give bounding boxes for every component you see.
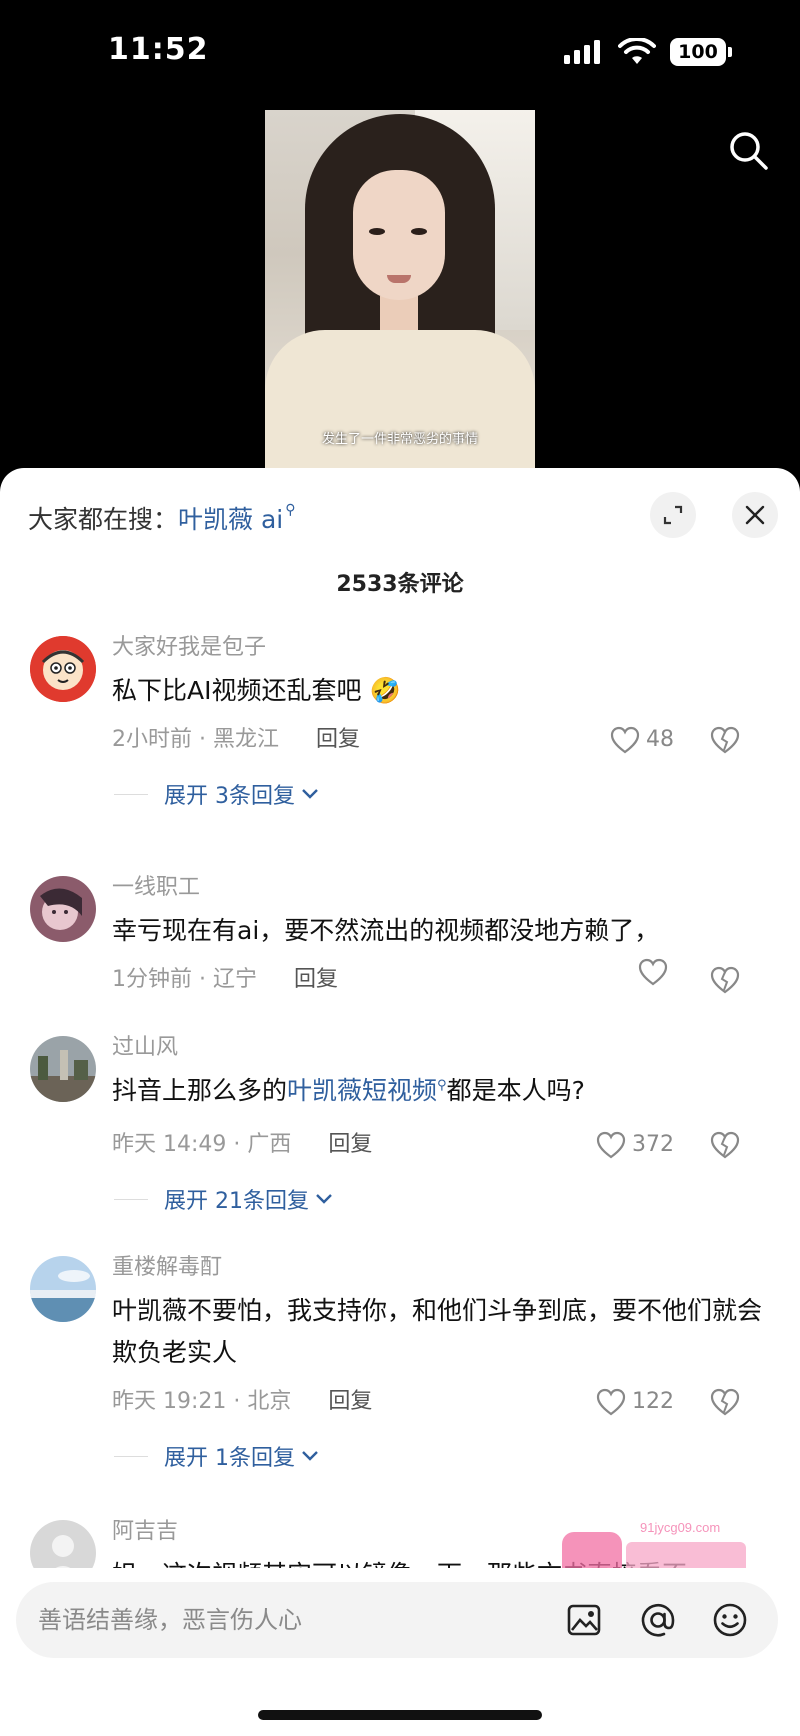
svg-text:91jycg09.com: 91jycg09.com: [640, 1520, 720, 1535]
search-small-icon: ⚲: [437, 1078, 447, 1093]
status-icons: 100: [564, 38, 732, 66]
comment-item: 一线职工 幸亏现在有ai，要不然流出的视频都没地方赖了， 1分钟前 · 辽宁 回…: [0, 868, 800, 1028]
comment-username[interactable]: 一线职工: [112, 868, 770, 904]
reply-button[interactable]: 回复: [294, 967, 338, 992]
reply-button[interactable]: 回复: [328, 1132, 372, 1157]
dislike-icon[interactable]: [710, 726, 740, 754]
comment-search-link[interactable]: 叶凯薇短视频: [287, 1076, 437, 1105]
video-player[interactable]: 发生了一件非常恶劣的事情: [265, 110, 535, 470]
status-bar: 11:52 100: [0, 0, 800, 100]
laughing-emoji: 🤣: [369, 676, 401, 705]
heart-icon: [596, 1131, 626, 1159]
search-icon[interactable]: [726, 128, 770, 172]
like-button[interactable]: 372: [596, 1123, 674, 1167]
expand-button[interactable]: [650, 492, 696, 538]
dislike-icon[interactable]: [710, 1388, 740, 1416]
comment-username[interactable]: 大家好我是包子: [112, 628, 770, 664]
dislike-icon[interactable]: [710, 966, 740, 994]
avatar[interactable]: [30, 636, 96, 702]
heart-icon: [610, 726, 640, 754]
reply-button[interactable]: 回复: [316, 727, 360, 752]
comment-input-bar: [0, 1568, 800, 1736]
comment-meta: 2小时前 · 黑龙江 回复 48: [112, 718, 770, 762]
hot-search-prefix: 大家都在搜：: [28, 505, 179, 534]
like-button[interactable]: 48: [610, 718, 674, 762]
comment-count: 2533条评论: [336, 572, 464, 597]
hot-search[interactable]: 大家都在搜： 叶凯薇 ai ⚲: [28, 500, 296, 536]
comment-input-box[interactable]: [16, 1582, 778, 1658]
comment-username[interactable]: 重楼解毒酊: [112, 1248, 770, 1284]
comment-time-location: 1分钟前 · 辽宁: [112, 967, 257, 992]
heart-icon: [638, 958, 668, 986]
comment-time-location: 2小时前 · 黑龙江: [112, 727, 279, 752]
home-indicator: [258, 1710, 542, 1720]
video-subtitle: 发生了一件非常恶劣的事情: [321, 432, 478, 447]
comment-sheet: 大家都在搜： 叶凯薇 ai ⚲ 2533条评论 大家好我是包子 私下比AI视频还…: [0, 468, 800, 1736]
search-small-icon: ⚲: [285, 502, 296, 518]
comment-text: 幸亏现在有ai，要不然流出的视频都没地方赖了，: [112, 916, 660, 945]
like-button[interactable]: 122: [596, 1380, 674, 1424]
battery-icon: 100: [670, 38, 732, 66]
wifi-icon: [618, 38, 656, 64]
avatar[interactable]: [30, 1036, 96, 1102]
comment-item: 重楼解毒酊 叶凯薇不要怕，我支持你，和他们斗争到底，要不他们就会欺负老实人 昨天…: [0, 1248, 800, 1512]
like-count: 48: [646, 727, 674, 752]
dislike-icon[interactable]: [710, 1131, 740, 1159]
image-icon[interactable]: [564, 1600, 604, 1640]
chevron-down-icon: [316, 1194, 332, 1204]
heart-icon: [596, 1388, 626, 1416]
avatar[interactable]: [30, 1256, 96, 1322]
close-icon: [745, 505, 765, 525]
comment-time-location: 昨天 14:49 · 广西: [112, 1132, 292, 1157]
like-count: 372: [632, 1132, 674, 1157]
comment-meta: 昨天 19:21 · 北京 回复 122: [112, 1380, 770, 1424]
comment-text: 私下比AI视频还乱套吧 🤣: [112, 676, 401, 705]
like-count: 122: [632, 1389, 674, 1414]
chevron-down-icon: [302, 789, 318, 799]
like-button[interactable]: [638, 958, 674, 986]
comment-input[interactable]: [38, 1582, 538, 1658]
hot-search-term[interactable]: 叶凯薇 ai: [178, 500, 283, 536]
expand-replies-button[interactable]: 展开 21条回复: [114, 1167, 770, 1231]
status-time: 11:52: [108, 32, 209, 67]
close-button[interactable]: [732, 492, 778, 538]
emoji-icon[interactable]: [710, 1600, 750, 1640]
comment-item: 大家好我是包子 私下比AI视频还乱套吧 🤣 2小时前 · 黑龙江 回复 48 展…: [0, 628, 800, 868]
expand-replies-button[interactable]: 展开 1条回复: [114, 1424, 770, 1488]
comment-time-location: 昨天 19:21 · 北京: [112, 1389, 292, 1414]
comment-text: 抖音上那么多的叶凯薇短视频⚲都是本人吗?: [112, 1076, 585, 1105]
signal-icon: [564, 40, 600, 64]
comment-username[interactable]: 过山风: [112, 1028, 770, 1064]
at-mention-icon[interactable]: [638, 1600, 678, 1640]
comment-meta: 1分钟前 · 辽宁 回复: [112, 958, 770, 1002]
comment-item: 过山风 抖音上那么多的叶凯薇短视频⚲都是本人吗? 昨天 14:49 · 广西 回…: [0, 1028, 800, 1248]
comment-list: 大家好我是包子 私下比AI视频还乱套吧 🤣 2小时前 · 黑龙江 回复 48 展…: [0, 628, 800, 1632]
comment-meta: 昨天 14:49 · 广西 回复 372: [112, 1123, 770, 1167]
battery-level: 100: [670, 38, 726, 66]
comment-text: 叶凯薇不要怕，我支持你，和他们斗争到底，要不他们就会欺负老实人: [112, 1296, 763, 1367]
expand-replies-button[interactable]: 展开 3条回复: [114, 762, 770, 826]
avatar[interactable]: [30, 876, 96, 942]
reply-button[interactable]: 回复: [328, 1389, 372, 1414]
expand-icon: [663, 505, 683, 525]
chevron-down-icon: [302, 1451, 318, 1461]
